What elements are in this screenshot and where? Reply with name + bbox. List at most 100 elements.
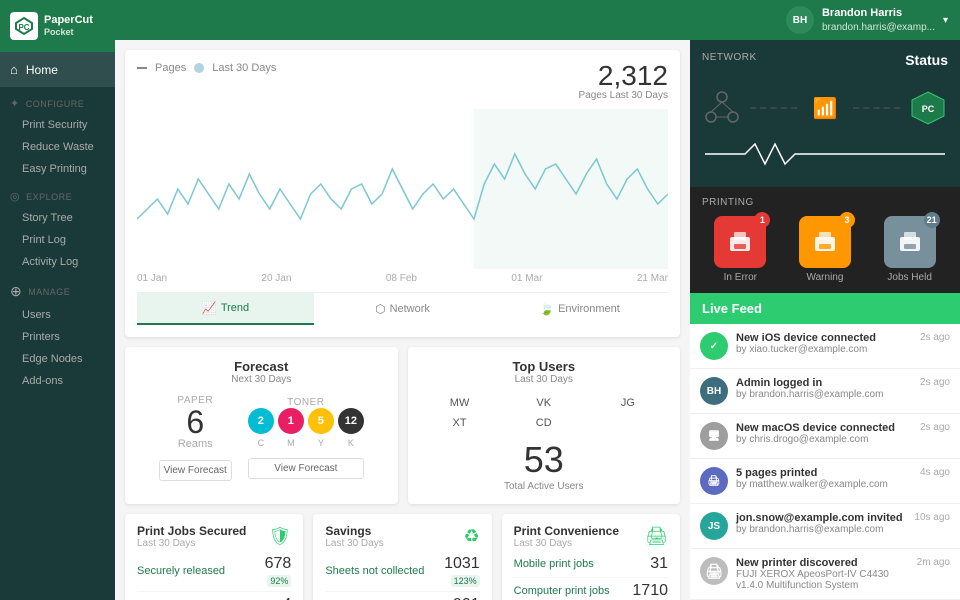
explore-section: ◎ EXPLORE xyxy=(0,180,115,207)
trend-icon: 📈 xyxy=(202,301,217,315)
view-forecast-toner-button[interactable]: View Forecast xyxy=(248,458,364,479)
top-users-grid: MW VK JG XT CD xyxy=(420,395,669,431)
chart-total: 2,312 Pages Last 30 Days xyxy=(579,62,669,101)
feed-avatar-macos: 🖥 xyxy=(700,422,728,450)
right-panel: NETWORK Status xyxy=(690,40,960,600)
securely-released-link[interactable]: Securely released xyxy=(137,565,225,577)
chart-card: Pages Last 30 Days 2,312 Pages Last 30 D… xyxy=(125,50,680,337)
toner-m: 1 xyxy=(278,408,304,434)
stat-item: Mobile print jobs 31 xyxy=(514,551,668,578)
feed-item-ios: ✓ New iOS device connected by xiao.tucke… xyxy=(690,324,960,369)
net-dashes-right xyxy=(853,107,900,109)
sidebar-item-edge-nodes[interactable]: Edge Nodes xyxy=(0,348,115,370)
user-tag-jg: JG xyxy=(588,395,668,411)
print-convenience-card: Print Convenience Last 30 Days 🖨 Mobile … xyxy=(502,514,680,600)
feed-avatar-invited: JS xyxy=(700,512,728,540)
sidebar-item-activity-log[interactable]: Activity Log xyxy=(0,251,115,273)
forecast-card: Forecast Next 30 Days PAPER 6 Reams View… xyxy=(125,347,398,504)
content-area: Pages Last 30 Days 2,312 Pages Last 30 D… xyxy=(115,40,960,600)
logo-icon: PC xyxy=(10,12,38,40)
legend-30days-icon xyxy=(194,63,204,73)
topbar: BH Brandon Harris brandon.harris@examp..… xyxy=(115,0,960,40)
print-convenience-icon: 🖨 xyxy=(645,526,668,547)
papercut-status-icon: PC xyxy=(908,88,948,128)
stat-item: Securely released 678 92% xyxy=(137,551,291,592)
legend-pages-icon xyxy=(137,67,147,69)
feed-avatar-printer: 🖨 xyxy=(700,557,728,585)
sidebar-item-printers[interactable]: Printers xyxy=(0,326,115,348)
manage-icon: ⊕ xyxy=(10,283,22,300)
stat-item: Sheets not collected 1031 123% xyxy=(325,551,479,592)
mobile-print-link[interactable]: Mobile print jobs xyxy=(514,558,594,570)
tab-network[interactable]: ⬡ Network xyxy=(314,293,491,325)
sidebar-item-print-security[interactable]: Print Security xyxy=(0,114,115,136)
feed-item-printer-discovered: 🖨 New printer discovered FUJI XEROX Apeo… xyxy=(690,549,960,600)
top-users-card: Top Users Last 30 Days MW VK JG XT CD 53… xyxy=(408,347,681,504)
toner-k: 12 xyxy=(338,408,364,434)
configure-section: ✦ CONFIGURE xyxy=(0,87,115,114)
stat-item: Unreleased (timed-out) 4 xyxy=(137,592,291,600)
user-tag-vk: VK xyxy=(504,395,584,411)
wifi-icon: 📶 xyxy=(805,88,845,128)
chart-dates: 01 Jan 20 Jan 08 Feb 01 Mar 21 Mar xyxy=(137,273,668,284)
sidebar-item-easy-printing[interactable]: Easy Printing xyxy=(0,158,115,180)
live-feed: Live Feed ✓ New iOS device connected by … xyxy=(690,293,960,600)
feed-avatar-print: 🖨 xyxy=(700,467,728,495)
home-icon: ⌂ xyxy=(10,62,18,77)
sidebar-item-print-log[interactable]: Print Log xyxy=(0,229,115,251)
forecast-toner: TONER 2 1 5 12 C M Y K xyxy=(248,397,364,479)
network-nodes-icon xyxy=(702,88,742,128)
view-forecast-paper-button[interactable]: View Forecast xyxy=(159,460,232,481)
computer-print-link[interactable]: Computer print jobs xyxy=(514,585,610,597)
savings-icon: ♻ xyxy=(464,526,480,547)
tab-environment[interactable]: 🍃 Environment xyxy=(491,293,668,325)
printing-status: PRINTING 1 xyxy=(690,187,960,293)
main-panel: BH Brandon Harris brandon.harris@examp..… xyxy=(115,0,960,600)
toner-y: 5 xyxy=(308,408,334,434)
feed-content: Admin logged in by brandon.harris@exampl… xyxy=(736,377,912,400)
explore-icon: ◎ xyxy=(10,190,20,203)
logo-text: PaperCut Pocket xyxy=(44,14,93,38)
feed-content: New macOS device connected by chris.drog… xyxy=(736,422,912,445)
feed-content: New iOS device connected by xiao.tucker@… xyxy=(736,332,912,355)
total-active-users: 53 Total Active Users xyxy=(420,439,669,492)
toner-labels: C M Y K xyxy=(248,438,364,448)
sidebar-item-home[interactable]: ⌂ Home xyxy=(0,52,115,87)
configure-icon: ✦ xyxy=(10,97,20,110)
forecast-row: Forecast Next 30 Days PAPER 6 Reams View… xyxy=(125,347,680,504)
leaf-icon: 🍃 xyxy=(539,302,554,316)
network-diagram: 📶 PC xyxy=(702,80,948,136)
chart-tabs: 📈 Trend ⬡ Network 🍃 Environment xyxy=(137,292,668,325)
manage-section: ⊕ MANAGE xyxy=(0,273,115,304)
toner-c: 2 xyxy=(248,408,274,434)
status-card: NETWORK Status xyxy=(690,40,960,187)
feed-avatar-ios: ✓ xyxy=(700,332,728,360)
printer-state-error: 1 In Error xyxy=(714,216,766,283)
svg-text:PC: PC xyxy=(922,104,935,114)
feed-item-pages-printed: 🖨 5 pages printed by matthew.walker@exam… xyxy=(690,459,960,504)
feed-content: jon.snow@example.com invited by brandon.… xyxy=(736,512,906,535)
center-panel: Pages Last 30 Days 2,312 Pages Last 30 D… xyxy=(115,40,690,600)
feed-avatar-admin: BH xyxy=(700,377,728,405)
net-dashes-left xyxy=(750,107,797,109)
user-tag-xt: XT xyxy=(420,415,500,431)
printer-state-warning: 3 Warning xyxy=(799,216,851,283)
stat-item: Computer print jobs 1710 xyxy=(514,578,668,600)
user-tag-mw: MW xyxy=(420,395,500,411)
tab-trend[interactable]: 📈 Trend xyxy=(137,293,314,325)
sheets-not-collected-link[interactable]: Sheets not collected xyxy=(325,565,424,577)
error-badge: 1 xyxy=(754,212,770,228)
sidebar-item-users[interactable]: Users xyxy=(0,304,115,326)
stat-item: Converted to 2-sided 901 xyxy=(325,592,479,600)
user-tag-cd: CD xyxy=(504,415,584,431)
sidebar-logo: PC PaperCut Pocket xyxy=(0,0,115,52)
network-icon: ⬡ xyxy=(375,302,385,316)
forecast-paper: PAPER 6 Reams View Forecast xyxy=(159,395,232,481)
feed-content: New printer discovered FUJI XEROX ApeosP… xyxy=(736,557,909,591)
shield-icon: 🛡 xyxy=(268,526,291,547)
sidebar-item-add-ons[interactable]: Add-ons xyxy=(0,370,115,392)
sidebar-item-reduce-waste[interactable]: Reduce Waste xyxy=(0,136,115,158)
chevron-down-icon[interactable]: ▾ xyxy=(943,15,948,26)
printer-state-held: 21 Jobs Held xyxy=(884,216,936,283)
sidebar-item-story-tree[interactable]: Story Tree xyxy=(0,207,115,229)
